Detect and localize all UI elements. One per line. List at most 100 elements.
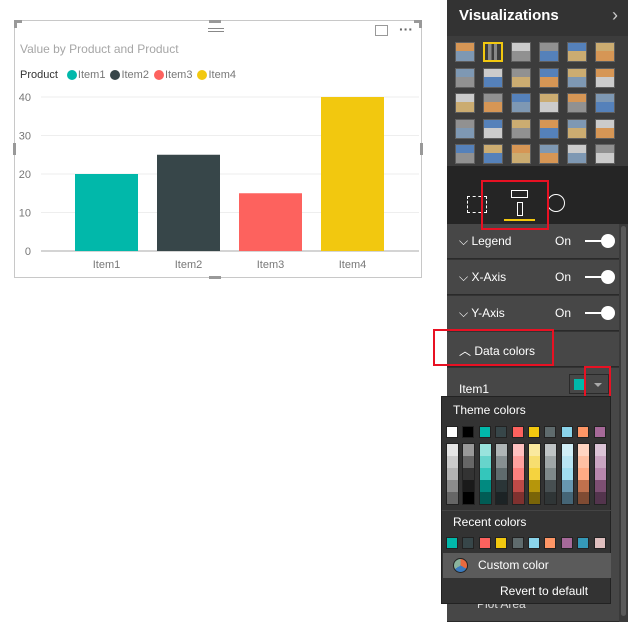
recent-color-swatch[interactable] bbox=[478, 537, 491, 549]
bar-item3[interactable] bbox=[239, 193, 302, 251]
theme-color-swatch[interactable] bbox=[544, 426, 557, 438]
shade-swatch[interactable] bbox=[512, 492, 524, 504]
visual-type-icon[interactable] bbox=[511, 118, 531, 139]
visual-type-icon[interactable] bbox=[483, 93, 503, 113]
visual-type-icon[interactable] bbox=[567, 144, 587, 164]
shade-swatch[interactable] bbox=[447, 456, 458, 468]
shade-swatch[interactable] bbox=[463, 468, 475, 480]
bar-item2[interactable] bbox=[157, 154, 220, 251]
y-axis-toggle[interactable] bbox=[585, 306, 615, 320]
shade-swatch[interactable] bbox=[463, 444, 475, 456]
shade-swatch[interactable] bbox=[496, 492, 508, 504]
visual-type-icon[interactable] bbox=[455, 67, 475, 88]
visual-type-icon[interactable] bbox=[511, 42, 531, 62]
recent-color-swatch[interactable] bbox=[511, 537, 524, 549]
shade-swatch[interactable] bbox=[529, 492, 540, 504]
theme-color-swatch[interactable] bbox=[593, 426, 606, 438]
visual-type-icon[interactable] bbox=[483, 144, 503, 164]
shade-swatch[interactable] bbox=[512, 444, 524, 456]
recent-color-swatch[interactable] bbox=[528, 537, 540, 549]
shade-swatch[interactable] bbox=[512, 456, 524, 468]
visual-type-icon[interactable] bbox=[455, 144, 475, 164]
theme-color-swatch[interactable] bbox=[560, 426, 573, 438]
visual-type-icon[interactable] bbox=[483, 42, 503, 62]
shade-swatch[interactable] bbox=[479, 492, 491, 504]
collapse-pane-icon[interactable]: › bbox=[612, 5, 618, 26]
visual-type-icon[interactable] bbox=[455, 118, 475, 139]
x-axis-toggle[interactable] bbox=[585, 270, 615, 284]
chart-visual[interactable]: ··· Value by Product and Product Product… bbox=[13, 20, 423, 279]
shade-swatch[interactable] bbox=[545, 492, 557, 504]
shade-swatch[interactable] bbox=[545, 456, 557, 468]
bar-item1[interactable] bbox=[75, 174, 138, 251]
shade-swatch[interactable] bbox=[496, 444, 508, 456]
theme-color-swatch[interactable] bbox=[462, 426, 475, 438]
theme-color-swatch[interactable] bbox=[495, 426, 508, 438]
shade-swatch[interactable] bbox=[594, 480, 606, 492]
shade-swatch[interactable] bbox=[529, 468, 540, 480]
theme-color-swatch[interactable] bbox=[577, 426, 590, 438]
shade-swatch[interactable] bbox=[561, 492, 573, 504]
shade-swatch[interactable] bbox=[512, 468, 524, 480]
shade-swatch[interactable] bbox=[578, 492, 590, 504]
legend-toggle[interactable] bbox=[585, 234, 615, 248]
recent-color-swatch[interactable] bbox=[495, 537, 508, 549]
bar-item4[interactable] bbox=[321, 97, 384, 251]
shade-swatch[interactable] bbox=[512, 480, 524, 492]
visual-type-icon[interactable] bbox=[483, 118, 503, 139]
theme-color-swatch[interactable] bbox=[478, 426, 491, 438]
theme-color-swatch[interactable] bbox=[446, 426, 458, 438]
theme-color-swatch[interactable] bbox=[528, 426, 540, 438]
shade-swatch[interactable] bbox=[561, 468, 573, 480]
shade-swatch[interactable] bbox=[594, 492, 606, 504]
shade-swatch[interactable] bbox=[545, 468, 557, 480]
shade-swatch[interactable] bbox=[561, 480, 573, 492]
shade-swatch[interactable] bbox=[447, 480, 458, 492]
recent-color-swatch[interactable] bbox=[544, 537, 557, 549]
recent-color-swatch[interactable] bbox=[577, 537, 590, 549]
recent-color-swatch[interactable] bbox=[446, 537, 458, 549]
visual-type-icon[interactable] bbox=[483, 67, 503, 88]
visual-type-icon[interactable] bbox=[511, 144, 531, 164]
visual-type-icon[interactable] bbox=[595, 144, 615, 164]
shade-swatch[interactable] bbox=[561, 444, 573, 456]
recent-color-swatch[interactable] bbox=[560, 537, 573, 549]
shade-swatch[interactable] bbox=[463, 480, 475, 492]
visual-type-icon[interactable] bbox=[539, 118, 559, 139]
shade-swatch[interactable] bbox=[447, 492, 458, 504]
recent-color-swatch[interactable] bbox=[593, 537, 606, 549]
shade-swatch[interactable] bbox=[578, 480, 590, 492]
section-x-axis[interactable]: ⌵ X-Axis On bbox=[447, 260, 619, 295]
section-y-axis[interactable]: ⌵ Y-Axis On bbox=[447, 296, 619, 331]
shade-swatch[interactable] bbox=[447, 468, 458, 480]
visual-type-icon[interactable] bbox=[567, 93, 587, 113]
shade-swatch[interactable] bbox=[578, 468, 590, 480]
shade-swatch[interactable] bbox=[463, 456, 475, 468]
pane-scrollbar[interactable] bbox=[619, 224, 628, 622]
visual-type-icon[interactable] bbox=[595, 93, 615, 113]
visual-type-icon[interactable] bbox=[567, 118, 587, 139]
shade-swatch[interactable] bbox=[594, 444, 606, 456]
shade-swatch[interactable] bbox=[447, 444, 458, 456]
revert-to-default-button[interactable]: Revert to default bbox=[500, 584, 588, 598]
shade-swatch[interactable] bbox=[479, 444, 491, 456]
shade-swatch[interactable] bbox=[594, 468, 606, 480]
shade-swatch[interactable] bbox=[578, 444, 590, 456]
visual-type-icon[interactable] bbox=[595, 67, 615, 88]
shade-swatch[interactable] bbox=[479, 468, 491, 480]
shade-swatch[interactable] bbox=[529, 480, 540, 492]
shade-swatch[interactable] bbox=[479, 456, 491, 468]
visual-type-icon[interactable] bbox=[539, 144, 559, 164]
shade-swatch[interactable] bbox=[529, 444, 540, 456]
shade-swatch[interactable] bbox=[529, 456, 540, 468]
analytics-tab-icon[interactable] bbox=[547, 194, 565, 212]
visual-type-icon[interactable] bbox=[539, 42, 559, 62]
shade-swatch[interactable] bbox=[561, 456, 573, 468]
recent-color-swatch[interactable] bbox=[462, 537, 475, 549]
visual-type-icon[interactable] bbox=[539, 93, 559, 113]
shade-swatch[interactable] bbox=[545, 480, 557, 492]
visual-type-icon[interactable] bbox=[455, 42, 475, 62]
shade-swatch[interactable] bbox=[496, 468, 508, 480]
shade-swatch[interactable] bbox=[545, 444, 557, 456]
visual-type-icon[interactable] bbox=[511, 93, 531, 113]
